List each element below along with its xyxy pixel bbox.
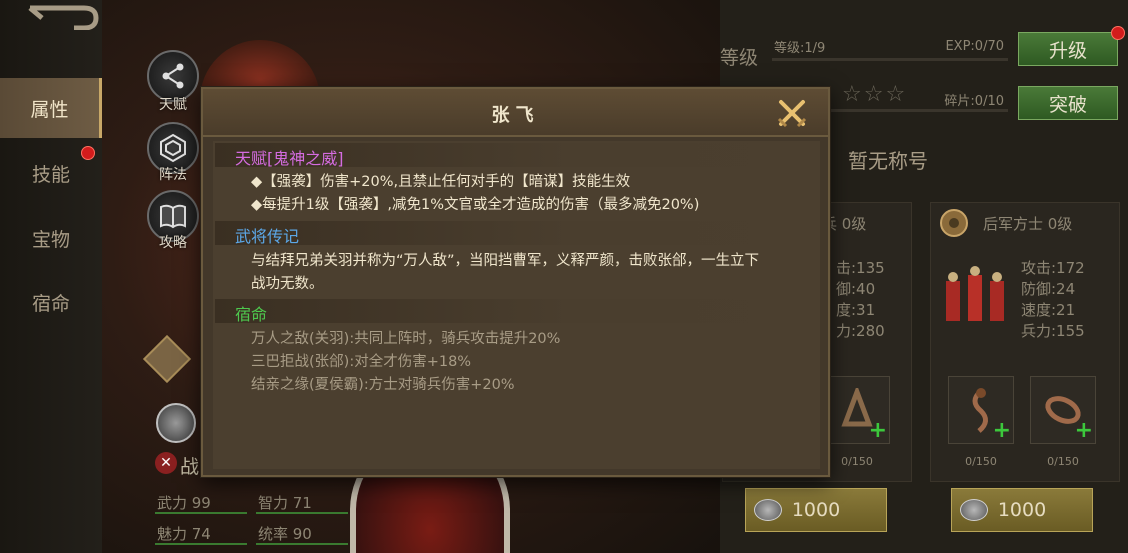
hexagon-icon: [160, 133, 186, 163]
add-equip-icon: +: [1074, 418, 1093, 443]
talent-line: ◆每提升1级【强袭】,减免1%文官或全才造成的伤害（最多减免20%): [251, 197, 700, 213]
attr-command: 统率 90: [258, 525, 312, 543]
add-equip-icon: +: [868, 418, 887, 443]
guide-button-label: 攻略: [159, 235, 187, 251]
fate-line: 万人之敌(关羽):共同上阵时，骑兵攻击提升20%: [251, 331, 561, 347]
level-label: 等级: [720, 47, 759, 69]
troop-stats: 攻击:172 防御:24 速度:21 兵力:155: [1021, 258, 1085, 342]
attr-underline: [256, 543, 348, 545]
exp-value: EXP:0/70: [945, 39, 1004, 54]
tab-treasure[interactable]: 宝物: [0, 208, 102, 268]
battle-label: 战: [180, 456, 200, 478]
troop-stat: 击:135: [836, 259, 885, 277]
dialog-body: 天赋[鬼神之威] ◆【强袭】伤害+20%,且禁止任何对手的【暗谋】技能生效 ◆每…: [213, 141, 820, 469]
level-value: 等级:1/9: [774, 41, 826, 56]
talent-button-label: 天赋: [159, 97, 187, 113]
fragments-value: 碎片:0/10: [944, 94, 1004, 109]
troop-class-icon: [940, 209, 968, 237]
silver-coin-icon: [960, 499, 988, 521]
back-button[interactable]: [22, 4, 100, 31]
equip-count: 0/150: [1047, 455, 1079, 468]
troop-stat: 速度:21: [1021, 301, 1076, 319]
hero-title-text: 暂无称号: [848, 149, 928, 173]
tab-attributes[interactable]: 属性: [0, 78, 102, 138]
troop-stat: 防御:24: [1021, 280, 1076, 298]
cost-value: 1000: [791, 499, 841, 521]
upgrade-notification-dot: [1111, 26, 1125, 40]
attr-charm: 魅力 74: [157, 525, 211, 543]
troop-stat: 兵力:155: [1021, 322, 1085, 340]
biography-line: 与结拜兄弟关羽并称为“万人敌”，当阳挡曹军，义释严颜，击败张郃，一生立下: [251, 253, 760, 269]
silver-coin-icon: [754, 499, 782, 521]
talent-line: ◆【强袭】伤害+20%,且禁止任何对手的【暗谋】技能生效: [251, 174, 631, 190]
biography-line: 战功无数。: [251, 276, 324, 292]
soldier-portrait: [946, 266, 1004, 321]
talent-heading: 天赋[鬼神之威]: [235, 149, 344, 168]
close-button[interactable]: [776, 97, 808, 129]
tab-label: 技能: [31, 163, 70, 186]
battle-icon: ✕: [155, 452, 177, 474]
fate-heading: 宿命: [235, 305, 268, 324]
troop-stat: 度:31: [836, 301, 876, 319]
section-bar: [215, 221, 813, 245]
cost-value: 1000: [997, 499, 1047, 521]
troop-stat: 攻击:172: [1021, 259, 1085, 277]
troop-name: 后军方士 0级: [983, 215, 1073, 233]
dialog-title: 张飞: [491, 105, 540, 126]
biography-heading: 武将传记: [235, 227, 300, 246]
dialog-header: 张飞: [203, 89, 828, 137]
add-equip-icon: +: [992, 418, 1011, 443]
formation-button-label: 阵法: [159, 167, 187, 183]
troop-upgrade-button-1[interactable]: 1000: [745, 488, 887, 532]
tab-fate[interactable]: 宿命: [0, 272, 102, 332]
tab-label: 属性: [30, 98, 69, 121]
equip-slot-reins[interactable]: +: [1030, 376, 1096, 444]
section-bar: [215, 299, 813, 323]
hero-info-dialog: 张飞 天赋[鬼神之威] ◆【强袭】伤害+20%,且禁止任何对手的【暗谋】技能生效…: [201, 87, 830, 477]
attr-force: 武力 99: [157, 494, 211, 512]
equip-count: 0/150: [965, 455, 997, 468]
back-arrow-icon: [28, 5, 99, 31]
breakthrough-button[interactable]: 突破: [1018, 86, 1118, 120]
attr-underline: [256, 512, 348, 514]
book-icon: [160, 204, 186, 229]
upgrade-button[interactable]: 升级: [1018, 32, 1118, 66]
attr-underline: [155, 543, 247, 545]
close-icon: [777, 100, 807, 128]
troop-upgrade-button-2[interactable]: 1000: [951, 488, 1093, 532]
troop-stat: 力:280: [836, 322, 885, 340]
tab-label: 宿命: [31, 292, 70, 315]
attr-underline: [155, 512, 247, 514]
level-progress-bar: 等级:1/9 EXP:0/70: [772, 37, 1008, 61]
fate-line: 三巴拒战(张郃):对全才伤害+18%: [251, 354, 472, 370]
troop-stats: 击:135 御:40 度:31 力:280: [836, 258, 885, 342]
attr-intellect: 智力 71: [258, 494, 312, 512]
troop-stat: 御:40: [836, 280, 876, 298]
tab-label: 宝物: [31, 228, 70, 251]
silver-badge-icon[interactable]: [156, 403, 196, 443]
skills-notification-dot: [81, 146, 95, 160]
equip-count: 0/150: [841, 455, 873, 468]
equip-slot-whip[interactable]: +: [948, 376, 1014, 444]
share-icon: [162, 63, 184, 89]
fate-line: 结亲之缘(夏侯霸):方士对骑兵伤害+20%: [251, 377, 515, 393]
equip-slot-stirrup[interactable]: +: [824, 376, 890, 444]
